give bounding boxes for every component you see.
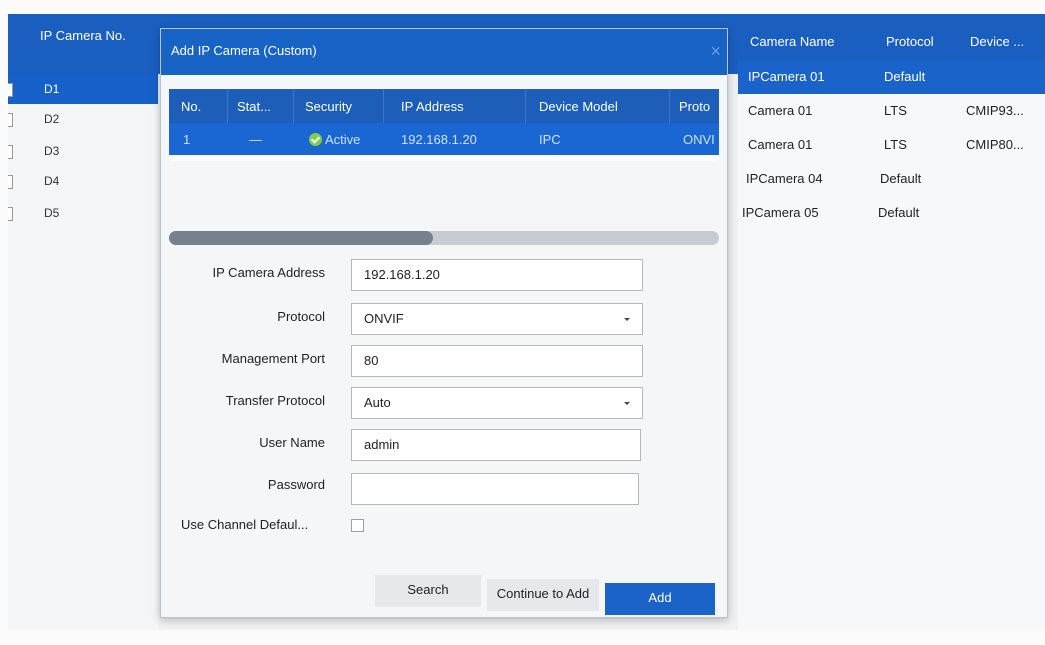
column-divider [669, 89, 670, 123]
port-label: Management Port [221, 351, 325, 366]
camera-name-cell: IPCamera 01 [748, 69, 825, 84]
column-header-device[interactable]: Device ... [970, 34, 1024, 49]
left-list-item-d5[interactable]: D5 [8, 198, 158, 228]
row-checkbox[interactable] [8, 83, 13, 97]
check-circle-icon [309, 133, 322, 146]
continue-to-add-button[interactable]: Continue to Add [487, 579, 599, 611]
screen: IP Camera No. D1 D2 D3 D4 D5 Camera Name… [8, 14, 1045, 630]
protocol-label: Protocol [277, 309, 325, 324]
table-header: No. Stat... Security IP Address Device M… [169, 89, 719, 123]
camera-name-cell: Camera 01 [748, 103, 813, 118]
user-name-label: User Name [259, 435, 325, 450]
security-cell: Active [309, 132, 360, 147]
left-list-item-d1[interactable]: D1 [8, 74, 158, 104]
model-cell: IPC [539, 132, 561, 147]
ip-cell: 192.168.1.20 [401, 132, 477, 147]
column-header-ip-address[interactable]: IP Address [401, 99, 464, 114]
protocol-value: ONVIF [364, 311, 404, 326]
column-divider [383, 89, 384, 123]
password-label: Password [267, 477, 325, 492]
column-divider [293, 89, 294, 123]
no-cell: 1 [183, 132, 191, 147]
protocol-cell: Default [884, 69, 926, 84]
search-progress-bar [169, 231, 719, 245]
dialog-title: Add IP Camera (Custom) [171, 43, 317, 58]
status-cell: — [249, 132, 262, 147]
left-list-item-label: D1 [44, 82, 60, 96]
right-list-row[interactable]: IPCamera 04 Default [738, 162, 1045, 196]
protocol-cell: LTS [884, 103, 907, 118]
management-port-field[interactable]: 80 [351, 345, 643, 377]
right-list-row[interactable]: Camera 01 LTS CMIP80... [738, 128, 1045, 162]
column-header-protocol[interactable]: Proto [679, 99, 710, 114]
column-header-status[interactable]: Stat... [237, 99, 271, 114]
row-checkbox[interactable] [8, 145, 13, 159]
column-header-security[interactable]: Security [305, 99, 352, 114]
user-name-field[interactable]: admin [351, 429, 641, 461]
progress-fill [169, 231, 433, 245]
right-camera-list: Camera Name Protocol Device ... IPCamera… [738, 14, 1045, 630]
left-camera-list: D1 D2 D3 D4 D5 [8, 74, 158, 630]
left-list-header: IP Camera No. [40, 28, 126, 43]
left-list-item-label: D2 [44, 112, 60, 126]
left-list-item-d2[interactable]: D2 [8, 104, 158, 134]
security-label: Active [325, 132, 361, 147]
password-field[interactable] [351, 473, 639, 505]
dialog-titlebar: Add IP Camera (Custom) × [161, 29, 727, 75]
close-icon[interactable]: × [710, 41, 721, 62]
protocol-cell: Default [880, 171, 922, 186]
device-cell: CMIP80... [966, 137, 1024, 152]
column-header-no[interactable]: No. [181, 99, 201, 114]
camera-name-cell: IPCamera 04 [746, 171, 823, 186]
row-checkbox[interactable] [8, 207, 13, 221]
use-channel-default-label: Use Channel Defaul... [181, 517, 309, 532]
search-button[interactable]: Search [375, 575, 481, 607]
table-row[interactable]: 1 — Active 192.168.1.20 IPC ONVI [169, 123, 719, 155]
transfer-protocol-label: Transfer Protocol [225, 393, 325, 408]
right-list-row[interactable]: Camera 01 LTS CMIP93... [738, 94, 1045, 128]
transfer-protocol-value: Auto [364, 395, 391, 410]
left-list-item-d3[interactable]: D3 [8, 136, 158, 166]
right-list-row[interactable]: IPCamera 05 Default [738, 196, 1045, 230]
left-list-item-label: D4 [44, 174, 60, 188]
left-list-item-d4[interactable]: D4 [8, 166, 158, 196]
column-header-camera-name[interactable]: Camera Name [750, 34, 835, 49]
protocol-cell: LTS [884, 137, 907, 152]
add-button[interactable]: Add [605, 583, 715, 615]
left-list-item-label: D5 [44, 206, 60, 220]
ip-address-field[interactable]: 192.168.1.20 [351, 259, 643, 291]
protocol-cell: ONVI [683, 132, 715, 147]
right-list-row[interactable]: IPCamera 01 Default [738, 60, 1045, 94]
chevron-down-icon [624, 318, 630, 321]
add-ip-camera-dialog: Add IP Camera (Custom) × No. Stat... Sec… [160, 28, 728, 618]
camera-name-cell: IPCamera 05 [742, 205, 819, 220]
device-cell: CMIP93... [966, 103, 1024, 118]
column-header-protocol[interactable]: Protocol [886, 34, 934, 49]
row-checkbox[interactable] [8, 113, 13, 127]
search-results-table: No. Stat... Security IP Address Device M… [169, 89, 719, 161]
protocol-cell: Default [878, 205, 920, 220]
transfer-protocol-select[interactable]: Auto [351, 387, 643, 419]
use-channel-default-checkbox[interactable] [351, 519, 364, 532]
chevron-down-icon [624, 402, 630, 405]
ip-address-label: IP Camera Address [212, 265, 325, 280]
protocol-select[interactable]: ONVIF [351, 303, 643, 335]
column-header-device-model[interactable]: Device Model [539, 99, 618, 114]
row-checkbox[interactable] [8, 175, 13, 189]
column-divider [227, 89, 228, 123]
left-list-item-label: D3 [44, 144, 60, 158]
camera-name-cell: Camera 01 [748, 137, 813, 152]
column-divider [525, 89, 526, 123]
